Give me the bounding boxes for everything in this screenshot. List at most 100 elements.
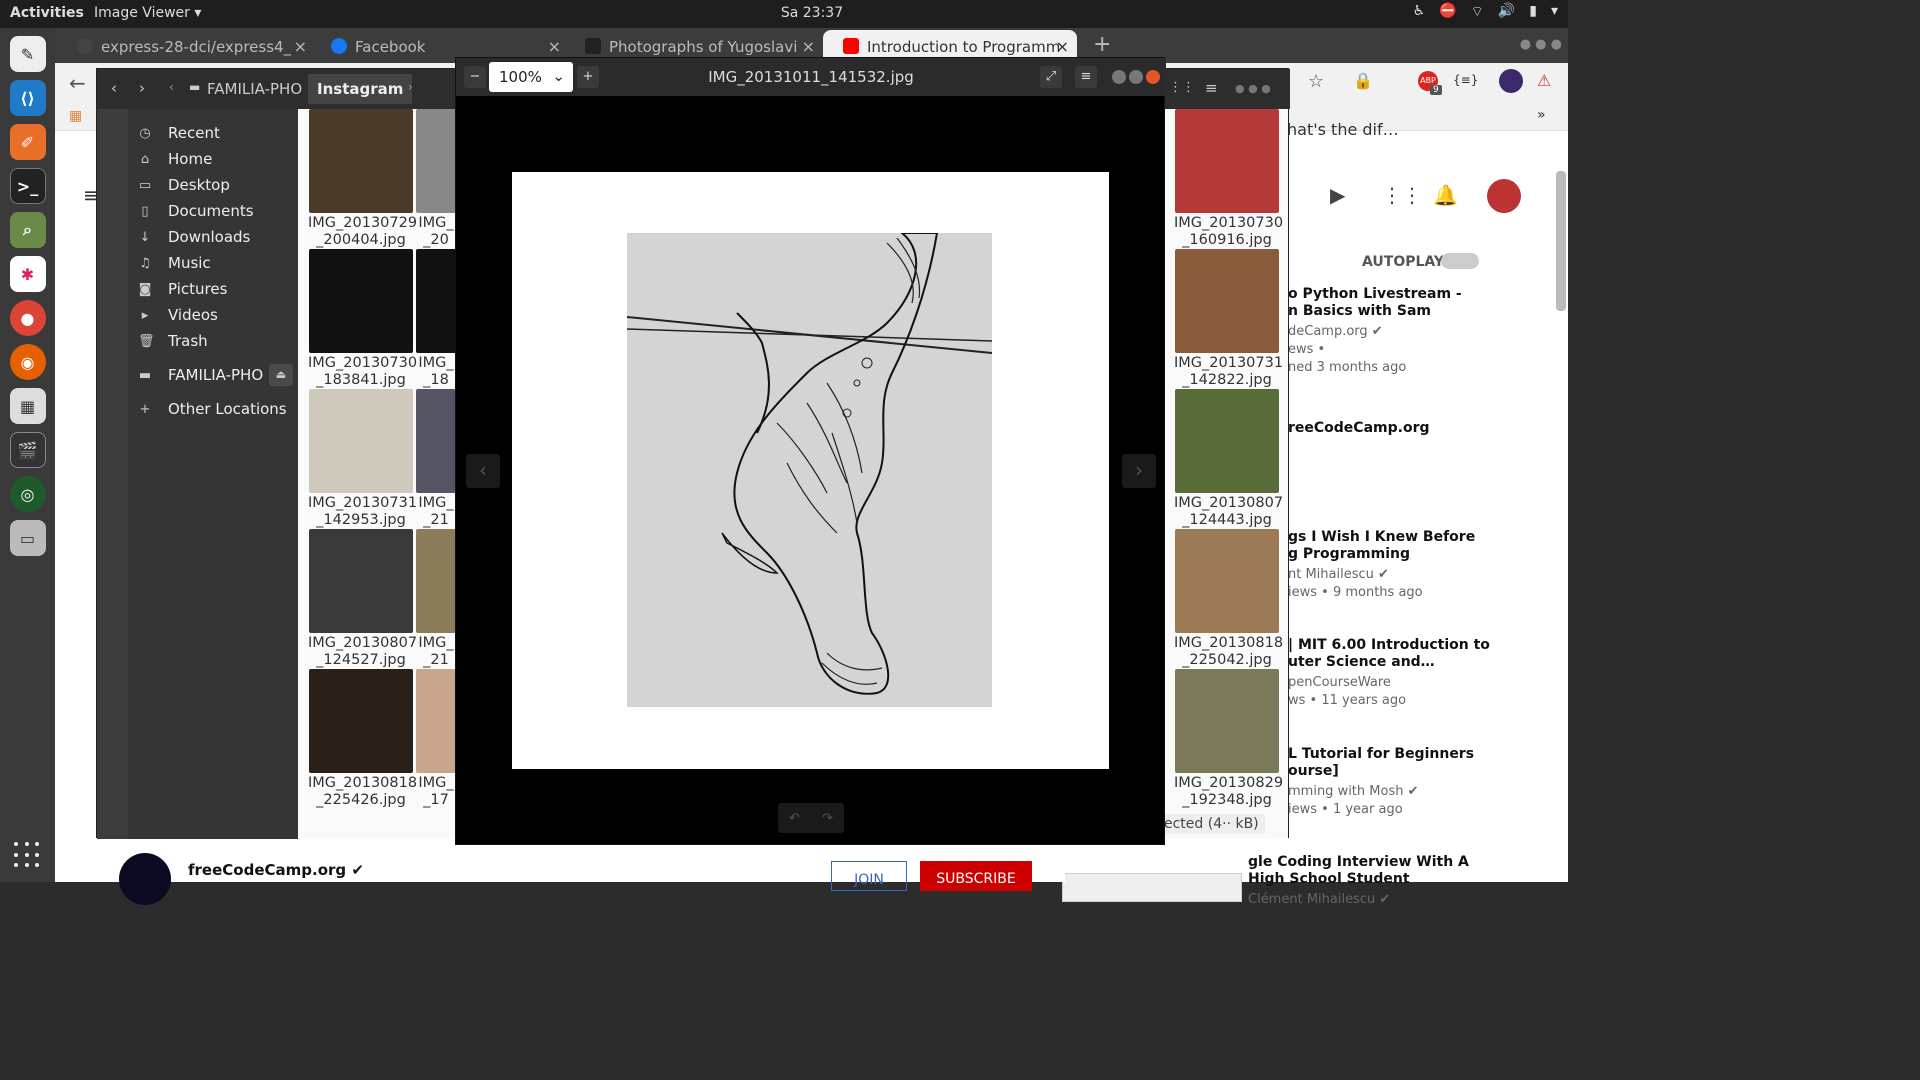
tab-github[interactable]: express-28-dci/express4_ ×	[57, 30, 315, 63]
close-icon[interactable]: ×	[1056, 37, 1069, 56]
file-thumbnail[interactable]: IMG_20130730 _183841.jpg	[308, 249, 417, 389]
calculator-icon[interactable]: ▦	[9, 388, 46, 424]
place-home[interactable]: ⌂ Home	[138, 147, 212, 171]
star-icon[interactable]: ☆	[1308, 71, 1324, 92]
join-button[interactable]: JOIN	[831, 861, 907, 891]
channel-avatar[interactable]	[119, 853, 171, 905]
rotate-left-button[interactable]: ↶	[789, 811, 800, 826]
firefox-icon[interactable]: ◉	[9, 344, 46, 380]
apps-icon[interactable]: ▦	[69, 108, 82, 124]
channel-name[interactable]: freeCodeCamp.org ✔	[188, 861, 364, 879]
maximize-button[interactable]	[1129, 70, 1143, 84]
minimize-button[interactable]	[1112, 70, 1126, 84]
place-other-locations[interactable]: + Other Locations	[138, 397, 287, 421]
window-controls[interactable]: ● ● ●	[1520, 37, 1562, 52]
recommended-video-5[interactable]: L Tutorial for Beginners ourse] mming wi…	[1288, 746, 1528, 819]
place-drive[interactable]: ▬ FAMILIA-PHO	[138, 363, 263, 387]
next-image-button[interactable]: ›	[1122, 454, 1156, 488]
recommended-video-1[interactable]: o Python Livestream - n Basics with Sam …	[1288, 286, 1528, 377]
user-avatar[interactable]	[1487, 179, 1521, 213]
back-icon[interactable]: ←	[69, 71, 86, 95]
place-documents[interactable]: ▯ Documents	[138, 199, 253, 223]
recommended-video-4[interactable]: | MIT 6.00 Introduction to uter Science …	[1288, 637, 1528, 710]
vscode-icon[interactable]: ⟨⟩	[9, 80, 46, 116]
inkscape-icon[interactable]: ✐	[9, 124, 46, 160]
text-editor-icon[interactable]: ✎	[9, 36, 46, 72]
video-thumbnail[interactable]	[1062, 873, 1242, 902]
apps-grid-icon[interactable]: ⋮⋮	[1382, 183, 1422, 207]
path-right-arrow[interactable]: ›	[408, 80, 413, 94]
file-thumbnail[interactable]: IMG_20130818 _225042.jpg	[1174, 529, 1283, 669]
forward-icon[interactable]: ›	[139, 79, 145, 97]
recommended-video-6[interactable]: gle Coding Interview With A High School …	[1248, 854, 1488, 909]
file-thumbnail[interactable]: IMG_ _21	[416, 389, 456, 529]
show-apps-icon[interactable]	[14, 842, 42, 870]
clock[interactable]: Sa 23:37	[760, 5, 864, 21]
file-thumbnail[interactable]: IMG_ _21	[416, 529, 456, 669]
drive-icon[interactable]: ▭	[9, 520, 46, 556]
menu-icon[interactable]: ≡	[1205, 79, 1218, 97]
menu-icon[interactable]: ⚠	[1537, 71, 1551, 90]
create-video-icon[interactable]: ▶	[1330, 183, 1345, 207]
file-thumbnail[interactable]: IMG_ _17	[416, 669, 456, 809]
path-current[interactable]: Instagram	[308, 74, 413, 104]
chrome-icon[interactable]: ●	[9, 300, 46, 336]
autoplay-toggle[interactable]	[1441, 253, 1479, 269]
profile-avatar[interactable]	[1499, 69, 1523, 93]
file-thumbnail[interactable]: IMG_ _20	[416, 109, 456, 249]
scrollbar[interactable]	[1556, 171, 1566, 311]
file-thumbnail[interactable]: IMG_20130731 _142953.jpg	[308, 389, 417, 529]
path-left-arrow[interactable]: ‹	[169, 80, 174, 94]
file-thumbnail[interactable]: IMG_20130730 _160916.jpg	[1174, 109, 1283, 249]
volume-icon[interactable]: 🔊	[1498, 3, 1515, 21]
recommended-video-3[interactable]: gs I Wish I Knew Before g Programming nt…	[1288, 529, 1528, 602]
system-tray[interactable]: ♿ ⛔ ⌔ 🔊 ▮ ▾	[1413, 3, 1558, 21]
place-downloads[interactable]: ↓ Downloads	[138, 225, 251, 249]
json-viewer-icon[interactable]: {≡}	[1453, 73, 1478, 87]
slack-icon[interactable]: ✱	[9, 256, 46, 292]
recommended-video-2[interactable]: reeCodeCamp.org	[1288, 420, 1528, 437]
file-thumbnail[interactable]: IMG_20130729 _200404.jpg	[308, 109, 417, 249]
accessibility-icon[interactable]: ♿	[1413, 3, 1426, 21]
file-thumbnail[interactable]: IMG_20130807 _124527.jpg	[308, 529, 417, 669]
no-entry-icon[interactable]: ⛔	[1439, 3, 1456, 21]
file-thumbnail[interactable]: IMG_20130731 _142822.jpg	[1174, 249, 1283, 389]
file-thumbnail[interactable]: IMG_20130829 _192348.jpg	[1174, 669, 1283, 809]
eject-icon[interactable]: ⏏	[269, 364, 293, 386]
file-thumbnail[interactable]: IMG_20130807 _124443.jpg	[1174, 389, 1283, 529]
video-title-partial[interactable]: hat's the dif…	[1287, 120, 1399, 139]
fullscreen-icon[interactable]: ⤢	[1040, 66, 1062, 88]
subscribe-button[interactable]: SUBSCRIBE	[920, 861, 1032, 891]
menu-icon[interactable]: ≡	[1075, 66, 1097, 88]
wifi-icon[interactable]: ⌔	[1471, 3, 1484, 21]
previous-image-button[interactable]: ‹	[466, 454, 500, 488]
place-trash[interactable]: 🗑 Trash	[138, 329, 208, 353]
back-icon[interactable]: ‹	[111, 79, 117, 97]
file-thumbnail[interactable]: IMG_ _18	[416, 249, 456, 389]
place-videos[interactable]: ▸ Videos	[138, 303, 218, 327]
app-menu[interactable]: Image Viewer ▾	[94, 5, 201, 21]
close-button[interactable]	[1146, 70, 1160, 84]
place-pictures[interactable]: ◙ Pictures	[138, 277, 228, 301]
close-icon[interactable]: ×	[802, 37, 815, 56]
rotate-right-button[interactable]: ↷	[822, 811, 833, 826]
image-viewer-icon[interactable]: ⌕	[9, 212, 46, 248]
terminal-icon[interactable]: >_	[9, 168, 46, 204]
place-music[interactable]: ♫ Music	[138, 251, 211, 275]
extension-icon[interactable]: 🔒	[1353, 71, 1373, 90]
path-root[interactable]: FAMILIA-PHO	[207, 80, 302, 98]
place-recent[interactable]: ◷ Recent	[138, 121, 220, 145]
battery-icon[interactable]: ▮	[1529, 3, 1537, 21]
file-thumbnail[interactable]: IMG_20130818 _225426.jpg	[308, 669, 417, 809]
new-tab-button[interactable]: +	[1093, 32, 1111, 57]
activities-button[interactable]: Activities	[10, 5, 84, 21]
window-controls[interactable]: ● ● ●	[1235, 82, 1271, 95]
close-icon[interactable]: ×	[294, 37, 307, 56]
view-options-icon[interactable]: ⋮⋮	[1169, 80, 1195, 95]
video-editor-icon[interactable]: 🎬	[9, 432, 46, 468]
place-desktop[interactable]: ▭ Desktop	[138, 173, 230, 197]
more-bookmarks-icon[interactable]: »	[1537, 107, 1546, 123]
notifications-icon[interactable]: 🔔	[1433, 183, 1458, 207]
power-menu-icon[interactable]: ▾	[1551, 3, 1558, 21]
close-icon[interactable]: ×	[548, 37, 561, 56]
